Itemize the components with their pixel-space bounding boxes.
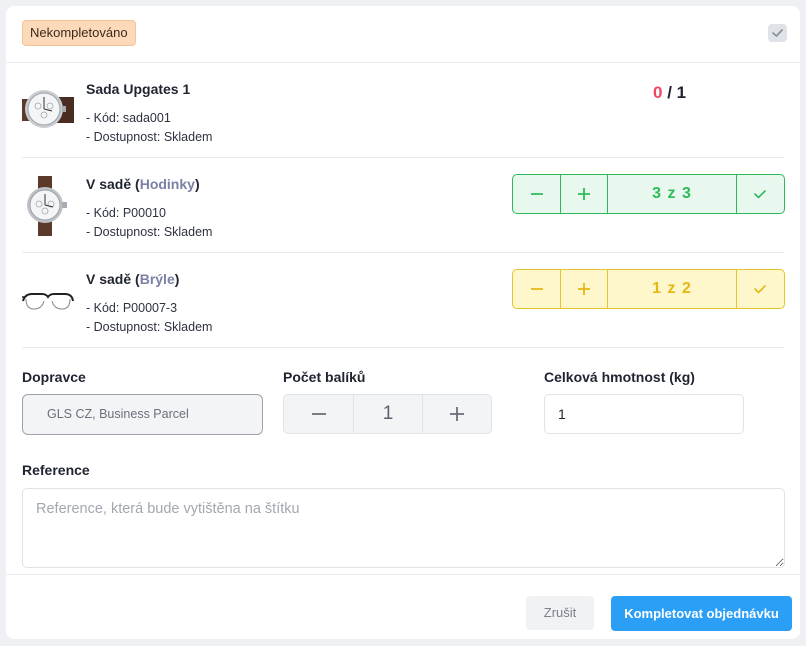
packages-label: Počet balíků (283, 369, 366, 385)
card-footer: Zrušit Kompletovat objednávku (6, 574, 800, 639)
reference-label: Reference (22, 462, 90, 478)
order-card: Nekompletováno Sada Upgates 1 - Kód: sad… (6, 6, 800, 639)
reference-textarea[interactable] (22, 488, 785, 568)
cancel-button[interactable]: Zrušit (526, 596, 594, 630)
item-availability: - Dostupnost: Skladem (86, 225, 213, 239)
decrement-button[interactable] (513, 175, 560, 213)
item-code: - Kód: P00010 (86, 206, 166, 220)
list-item: Sada Upgates 1 - Kód: sada001 - Dostupno… (22, 63, 784, 158)
item-title-suffix: ) (174, 271, 180, 287)
packages-decrement-button[interactable] (284, 395, 353, 433)
status-badge: Nekompletováno (22, 20, 136, 46)
item-title: Sada Upgates 1 (86, 81, 191, 97)
carrier-select[interactable]: GLS CZ, Business Parcel (22, 394, 263, 435)
picked-count: 0 (653, 83, 663, 102)
picked-counter: 0 / 1 (653, 83, 686, 103)
total-count: 1 (676, 83, 687, 102)
item-availability: - Dostupnost: Skladem (86, 320, 213, 334)
plus-icon (578, 283, 590, 295)
list-item: V sadě (Hodinky) - Kód: P00010 - Dostupn… (22, 158, 785, 253)
quantity-progress: 1 z 2 (607, 270, 736, 308)
confirm-item-button[interactable] (736, 270, 783, 308)
item-title: V sadě (Hodinky) (86, 176, 200, 192)
weight-label: Celková hmotnost (kg) (544, 369, 695, 385)
item-title: V sadě (Brýle) (86, 271, 179, 287)
item-category: Brýle (139, 271, 175, 287)
check-icon (754, 285, 766, 294)
quantity-stepper: 3 z 3 (512, 174, 785, 214)
item-category: Hodinky (139, 176, 195, 192)
watch-thumbnail (22, 176, 74, 236)
quantity-progress: 3 z 3 (607, 175, 736, 213)
glasses-thumbnail (22, 271, 74, 331)
decrement-button[interactable] (513, 270, 560, 308)
packages-stepper: 1 (283, 394, 492, 434)
check-icon (772, 29, 783, 37)
plus-icon (578, 188, 590, 200)
complete-order-button[interactable]: Kompletovat objednávku (611, 596, 792, 631)
confirm-item-button[interactable] (736, 175, 783, 213)
item-title-prefix: V sadě ( (86, 176, 140, 192)
minus-icon (530, 193, 543, 195)
increment-button[interactable] (560, 175, 607, 213)
carrier-label: Dopravce (22, 369, 86, 385)
item-title-prefix: V sadě ( (86, 271, 140, 287)
confirm-toggle-button[interactable] (768, 24, 787, 42)
item-availability: - Dostupnost: Skladem (86, 130, 213, 144)
list-item: V sadě (Brýle) - Kód: P00007-3 - Dostupn… (22, 253, 785, 348)
minus-icon (530, 288, 543, 290)
item-code: - Kód: sada001 (86, 111, 171, 125)
watch-thumbnail (22, 81, 74, 141)
weight-input[interactable] (544, 394, 744, 434)
increment-button[interactable] (560, 270, 607, 308)
packages-count: 1 (353, 395, 422, 433)
counter-separator: / (667, 83, 672, 102)
packages-increment-button[interactable] (422, 395, 491, 433)
minus-icon (311, 413, 326, 415)
item-title-suffix: ) (194, 176, 200, 192)
check-icon (754, 190, 766, 199)
quantity-stepper: 1 z 2 (512, 269, 785, 309)
item-code: - Kód: P00007-3 (86, 301, 178, 315)
plus-icon (450, 407, 464, 421)
card-header: Nekompletováno (6, 6, 800, 63)
